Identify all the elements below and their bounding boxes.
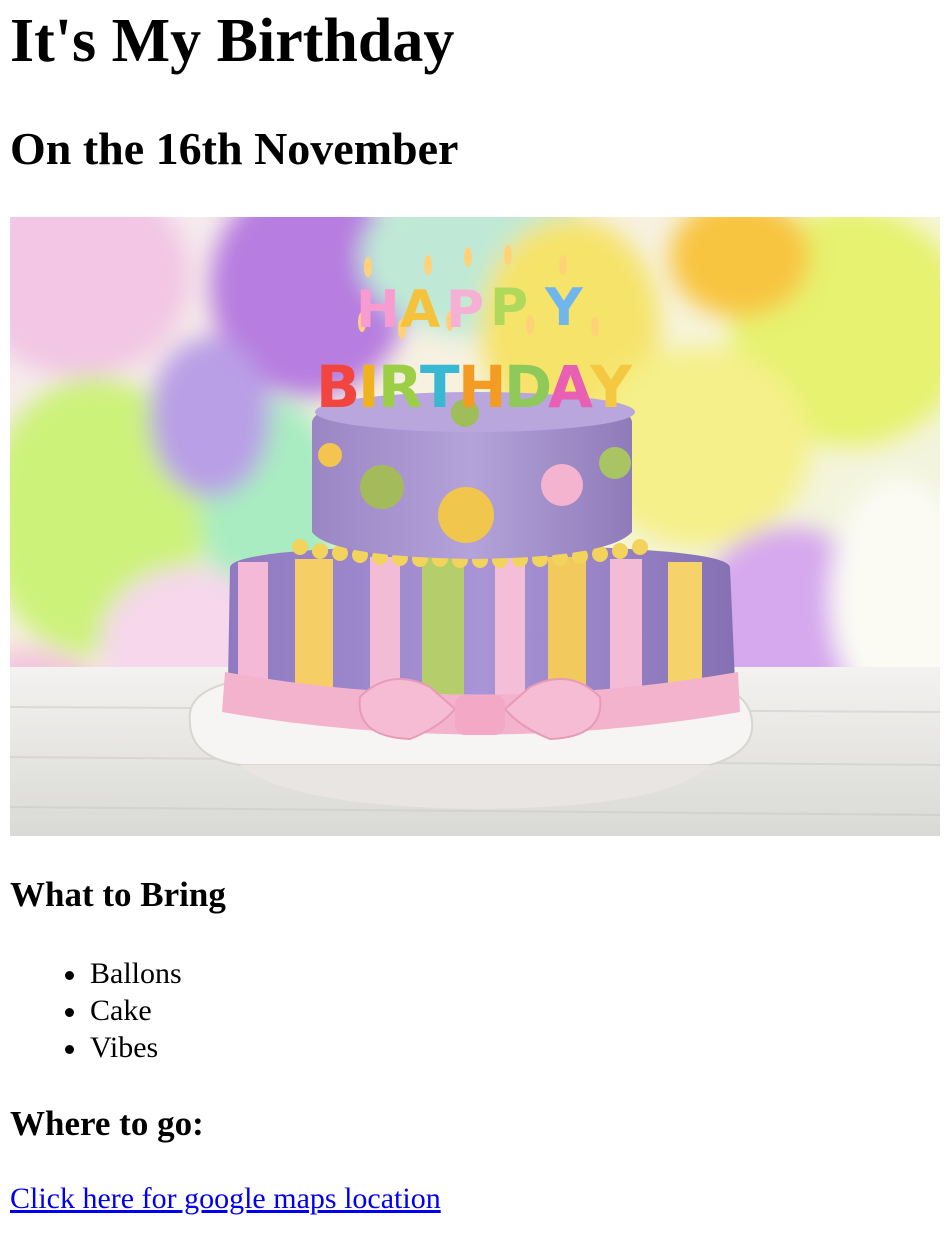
svg-text:D: D <box>504 353 552 421</box>
where-to-go-heading: Where to go: <box>10 1104 204 1143</box>
page-title: It's My Birthday <box>10 7 455 75</box>
svg-text:A: A <box>548 353 593 421</box>
google-maps-link[interactable]: Click here for google maps location <box>10 1184 441 1214</box>
svg-text:I: I <box>358 353 380 421</box>
svg-text:Y: Y <box>544 278 584 338</box>
list-item: Cake <box>10 992 182 1029</box>
svg-text:P: P <box>446 280 484 340</box>
svg-text:T: T <box>420 353 460 421</box>
list-item: Vibes <box>10 1029 182 1066</box>
list-item: Ballons <box>10 955 182 992</box>
birthday-cake-image: H A P P Y B I R T H D A Y <box>10 217 940 836</box>
svg-text:H: H <box>356 280 400 340</box>
what-to-bring-heading: What to Bring <box>10 875 226 914</box>
svg-text:B: B <box>316 353 360 421</box>
bring-list: Ballons Cake Vibes <box>10 955 182 1066</box>
svg-text:P: P <box>490 278 528 338</box>
svg-text:Y: Y <box>589 353 633 421</box>
svg-text:A: A <box>400 280 440 340</box>
svg-text:R: R <box>378 353 423 421</box>
page-subtitle: On the 16th November <box>10 123 459 174</box>
svg-text:H: H <box>458 353 507 421</box>
